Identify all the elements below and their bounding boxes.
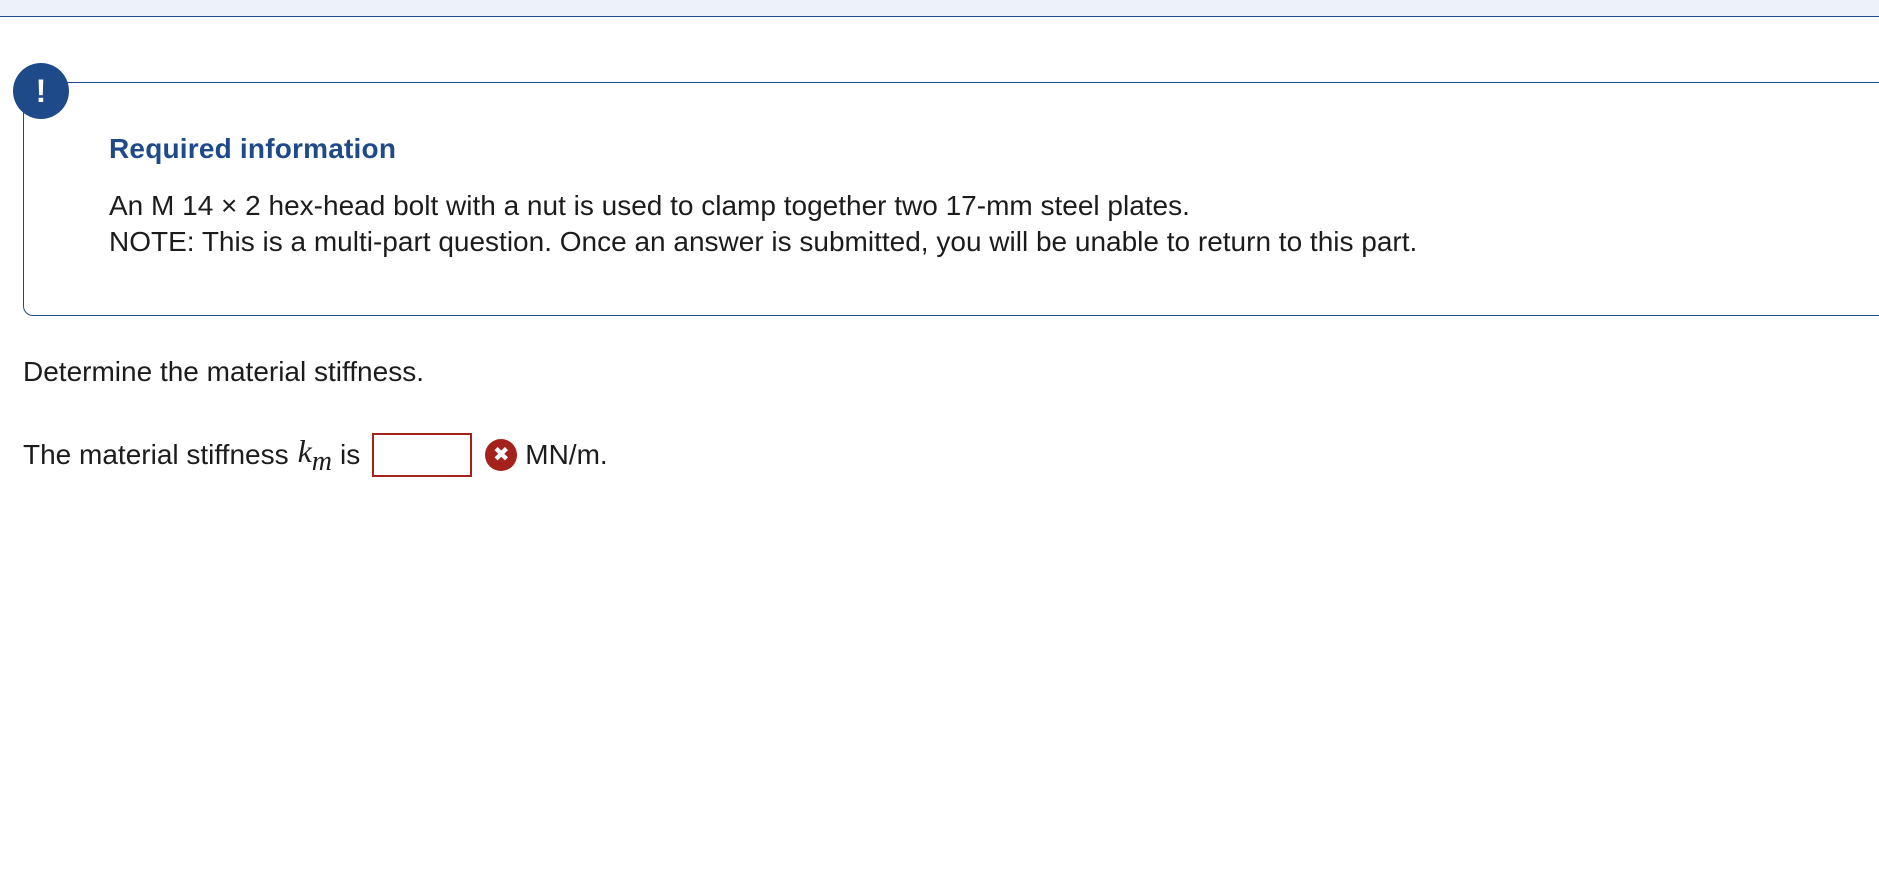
error-x-icon: ✖ xyxy=(485,439,518,471)
multi-part-note: NOTE: This is a multi-part question. Onc… xyxy=(109,226,1418,257)
required-information-title: Required information xyxy=(109,133,397,164)
exclamation-symbol: ! xyxy=(35,72,47,109)
variable-subscript: m xyxy=(311,445,333,477)
error-symbol: ✖ xyxy=(492,444,510,466)
answer-mid-label: is xyxy=(340,439,361,470)
exclamation-icon: ! xyxy=(13,63,69,119)
question-prompt: Determine the material stiffness. xyxy=(23,356,424,387)
variable-km: km xyxy=(298,433,332,478)
answer-prefix-label: The material stiffness xyxy=(23,439,289,470)
top-toolbar-strip xyxy=(0,0,1879,17)
answer-row: The material stiffness km is ✖ MN/m. xyxy=(23,432,608,478)
problem-statement: An M 14 × 2 hex-head bolt with a nut is … xyxy=(109,190,1190,221)
stiffness-answer-input[interactable] xyxy=(372,433,473,477)
unit-label: MN/m. xyxy=(525,439,608,470)
variable-base: k xyxy=(297,432,312,469)
